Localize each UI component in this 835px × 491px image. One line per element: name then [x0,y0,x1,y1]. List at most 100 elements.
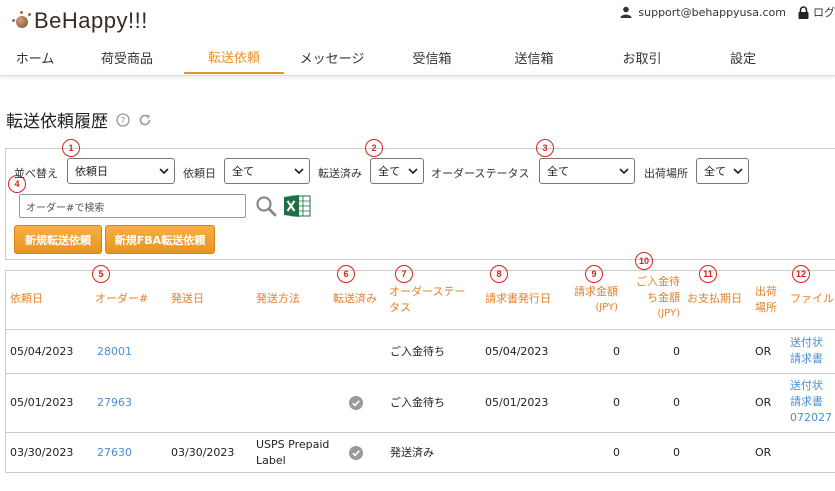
header-ship-method[interactable]: 発送方法 [256,291,300,307]
user-bar: support@behappyusa.com ログ [620,4,835,20]
marker-8: 8 [490,265,508,283]
row1-order-link[interactable]: 28001 [97,344,132,360]
header-order-status-line2: タス [389,301,411,314]
header-location-line2: 場所 [755,301,777,314]
nav-outbox[interactable]: 送信箱 [484,40,584,74]
help-icon[interactable]: ? [116,112,130,127]
excel-export-icon[interactable] [283,194,311,218]
header-payment-due[interactable]: お支払期日 [687,291,742,307]
row1-pending: 0 [673,345,680,358]
row1-invoice-link[interactable]: 請求書 [790,351,823,367]
sort-select-value: 依頼日 [75,165,108,178]
order-search-placeholder: オーダー#で検索 [26,202,105,214]
status-select[interactable]: 全て [539,158,635,184]
new-forward-request-button[interactable]: 新規転送依頼 [14,225,102,254]
new-fba-forward-request-button[interactable]: 新規FBA転送依頼 [105,225,215,254]
chevron-down-icon [408,168,418,175]
app-name: BeHappy!!! [34,8,148,33]
row3-order-link[interactable]: 27630 [97,445,132,461]
date-select-value: 全て [232,165,254,178]
header-order-no[interactable]: オーダー# [95,291,148,307]
row-divider [5,373,835,374]
row3-location: OR [755,446,772,459]
location-select[interactable]: 全て [696,158,749,184]
sort-select[interactable]: 依頼日 [67,158,175,184]
nav-settings[interactable]: 設定 [700,40,786,74]
row2-invoice-link[interactable]: 請求書 [790,394,832,410]
refresh-icon[interactable] [138,113,152,127]
row2-file-link[interactable]: 072027 [790,410,832,426]
location-label: 出荷場所 [644,167,688,180]
page-title: 転送依頼履歴 ? [6,107,152,132]
nav-transactions[interactable]: お取引 [584,40,700,74]
app-logo[interactable]: BeHappy!!! [10,8,148,34]
chevron-down-icon [733,168,743,175]
row1-shipping-label-link[interactable]: 送付状 [790,335,823,351]
header-files[interactable]: ファイル [790,291,834,307]
header-billing-line1: 請求金額 [574,285,618,298]
row1-billing: 0 [613,345,620,358]
forwarded-label: 転送済み [318,167,362,180]
row3-ship-method-line1: USPS Prepaid [256,438,330,451]
forwarded-select[interactable]: 全て [370,158,424,184]
row3-ship-method-line2: Label [256,454,286,467]
nav-received-items[interactable]: 荷受商品 [70,40,184,74]
user-email[interactable]: support@behappyusa.com [638,6,786,19]
row2-billing: 0 [613,396,620,409]
row1-files: 送付状 請求書 [790,335,823,367]
header-invoice-date[interactable]: 請求書発行日 [485,291,551,307]
row3-billing: 0 [613,446,620,459]
header-billing-amount[interactable]: 請求金額 (JPY) [566,284,618,316]
date-select[interactable]: 全て [224,158,310,184]
nav-home[interactable]: ホーム [0,40,70,74]
row2-shipping-label-link[interactable]: 送付状 [790,378,832,394]
location-select-value: 全て [704,165,726,178]
forwarded-check-icon [349,396,363,410]
row2-location: OR [755,396,772,409]
row2-request-date: 05/01/2023 [10,396,74,409]
status-label: オーダーステータス [431,167,530,180]
row1-invoice-date: 05/04/2023 [485,345,549,358]
marker-2: 2 [365,139,383,157]
header-forwarded[interactable]: 転送済み [333,291,377,307]
row1-request-date: 05/04/2023 [10,345,74,358]
main-nav: ホーム 荷受商品 転送依頼 メッセージ 受信箱 送信箱 お取引 設定 [0,40,835,76]
header-pending-line3: (JPY) [657,308,680,319]
status-select-value: 全て [547,165,569,178]
row3-request-date: 03/30/2023 [10,446,74,459]
logout-link[interactable]: ログ [813,4,835,20]
row2-order-link[interactable]: 27963 [97,395,132,411]
user-icon [620,6,632,18]
chevron-down-icon [294,168,304,175]
row2-status: ご入金待ち [390,396,445,409]
logo-mark-icon [10,10,32,32]
row1-status: ご入金待ち [390,345,445,358]
nav-messages[interactable]: メッセージ [284,40,380,74]
header-location-line1: 出荷 [755,285,777,298]
chevron-down-icon [619,168,629,175]
marker-1: 1 [62,139,80,157]
header-pending-line1: ご入金待 [636,275,680,288]
marker-9: 9 [585,265,603,283]
lock-icon [798,5,809,19]
row3-status: 発送済み [390,446,434,459]
row-divider [5,329,835,330]
header-order-status-line1: オーダーステー [389,285,466,298]
row1-location: OR [755,345,772,358]
search-icon[interactable] [255,195,277,217]
forwarded-select-value: 全て [378,165,400,178]
row3-pending: 0 [673,446,680,459]
header-order-status[interactable]: オーダーステー タス [389,284,465,316]
marker-10: 10 [635,252,653,270]
header-pending-amount[interactable]: ご入金待 ち金額 (JPY) [628,274,680,322]
order-search-input[interactable]: オーダー#で検索 [19,194,246,218]
forwarded-check-icon [349,446,363,460]
row2-files: 送付状 請求書 072027 [790,378,832,426]
header-ship-date[interactable]: 発送日 [171,291,204,307]
header-request-date[interactable]: 依頼日 [10,291,43,307]
nav-forward-requests[interactable]: 転送依頼 [184,40,284,74]
header-location[interactable]: 出荷 場所 [755,284,777,316]
marker-7: 7 [395,265,413,283]
row3-ship-date: 03/30/2023 [171,446,235,459]
nav-inbox[interactable]: 受信箱 [380,40,484,74]
